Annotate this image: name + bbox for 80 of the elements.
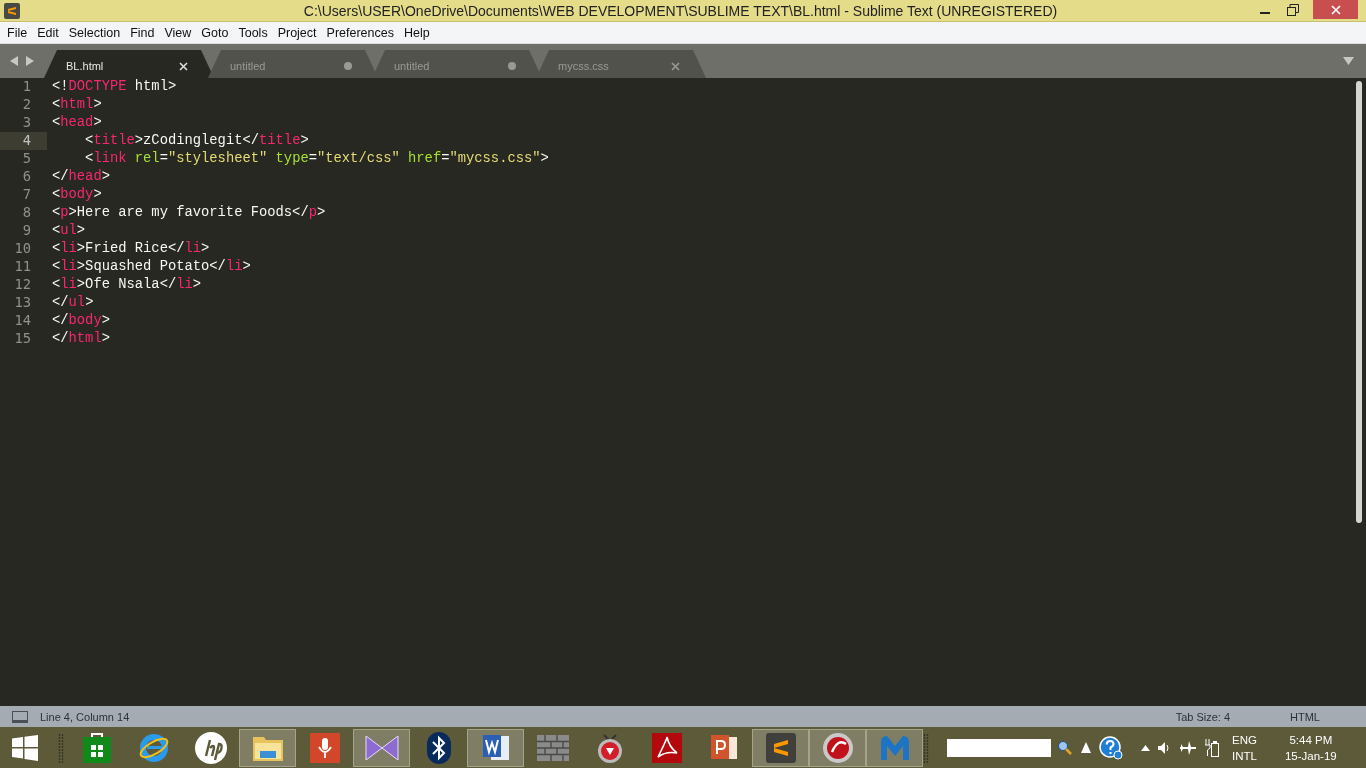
code-line: </head> [52,168,110,186]
brick-wall-icon [536,734,569,761]
bowtie-icon [364,733,399,762]
clock-date[interactable]: 15-Jan-19 [1284,747,1337,764]
minimize-icon [1260,11,1270,14]
browser-icon [138,732,169,763]
code-line: <!DOCTYPE html> [52,78,177,96]
input-language[interactable]: ENG [1232,731,1257,748]
tab-nav-arrows-icon[interactable] [10,56,36,66]
battery-icon[interactable] [1204,738,1220,757]
document-icon [480,732,511,763]
code-line: <ul> [52,222,86,240]
close-button[interactable] [1313,0,1358,19]
code-line: <body> [52,186,102,204]
line-number: 5 [21,150,32,168]
menu-item[interactable]: View [159,23,197,42]
speaker-icon[interactable] [1158,740,1172,755]
store-icon [82,732,111,763]
line-number: 8 [21,204,32,222]
circle-logo-icon [821,731,854,764]
clock-time[interactable]: 5:44 PM [1289,731,1333,748]
code-line: </body> [52,312,110,330]
scrollbar-thumb[interactable] [1356,81,1362,523]
line-number: 11 [13,258,32,276]
code-line: <title>zCodinglegit</title> [84,132,309,150]
app-icon [4,2,20,19]
menu-item[interactable]: Selection [63,23,126,42]
restore-icon [1287,3,1299,16]
line-number: 3 [21,114,32,132]
code-line: </html> [52,330,110,348]
code-line: <li>Squashed Potato</li> [52,258,251,276]
code-line: </ul> [52,294,94,312]
cursor-position: Line 4, Column 14 [40,710,130,723]
code-line: <p>Here are my favorite Foods</p> [52,204,326,222]
line-number: 14 [13,312,32,330]
line-number: 15 [13,330,32,348]
line-number: 12 [13,276,32,294]
menu-item[interactable]: Goto [196,23,234,42]
line-number: 13 [13,294,32,312]
syntax-mode[interactable]: HTML [1290,710,1320,723]
caret-up-icon[interactable] [1141,744,1150,751]
code-line: <html> [52,96,102,114]
menu-item[interactable]: Help [398,23,435,42]
warning-icon[interactable] [1081,742,1091,753]
window-title: C:\Users\USER\OneDrive\Documents\WEB DEVELOPMENT\SUBLIME TEXT\BL.html - Sublime Text (UNREGISTERED) [302,2,1059,19]
sublime-icon [765,732,796,763]
microphone-icon [309,732,340,763]
code-line: <li>Fried Rice</li> [52,240,210,258]
line-number: 9 [21,222,32,240]
tab-size[interactable]: Tab Size: 4 [1175,710,1231,723]
taskbar-app-button[interactable] [467,728,524,767]
monitor-icon[interactable] [12,710,28,723]
grip-icon [58,732,64,763]
pdf-icon [651,732,682,763]
help-icon[interactable] [1099,735,1123,760]
menu-item[interactable]: Project [272,23,322,42]
code-line: <head> [52,114,102,132]
line-number: 6 [21,168,32,186]
line-number: 10 [13,240,32,258]
windows-start-icon[interactable] [12,734,38,761]
line-number: 4 [0,132,47,150]
menu-item[interactable]: Tools [233,23,273,42]
menu-item[interactable]: Preferences [321,23,399,42]
menu-item[interactable]: Find [125,23,160,42]
line-number: 7 [21,186,32,204]
search-field[interactable] [947,738,1051,757]
grip-icon [923,732,929,763]
close-icon [1330,4,1341,15]
dropdown-icon[interactable] [1343,57,1354,65]
menu-item[interactable]: File [2,23,33,42]
line-number: 1 [21,78,32,96]
keyboard-layout[interactable]: INTL [1232,747,1257,764]
line-number: 2 [21,96,32,114]
code-line: <li>Ofe Nsala</li> [52,276,202,294]
menu-item[interactable]: Edit [32,23,64,42]
shield-icon [878,733,911,762]
bluetooth-icon [426,731,451,764]
people-search-icon[interactable] [1057,739,1073,756]
round-logo-icon [194,731,227,764]
code-line: <link rel="stylesheet" type="text/css" href="mycss.css"> [84,150,549,168]
